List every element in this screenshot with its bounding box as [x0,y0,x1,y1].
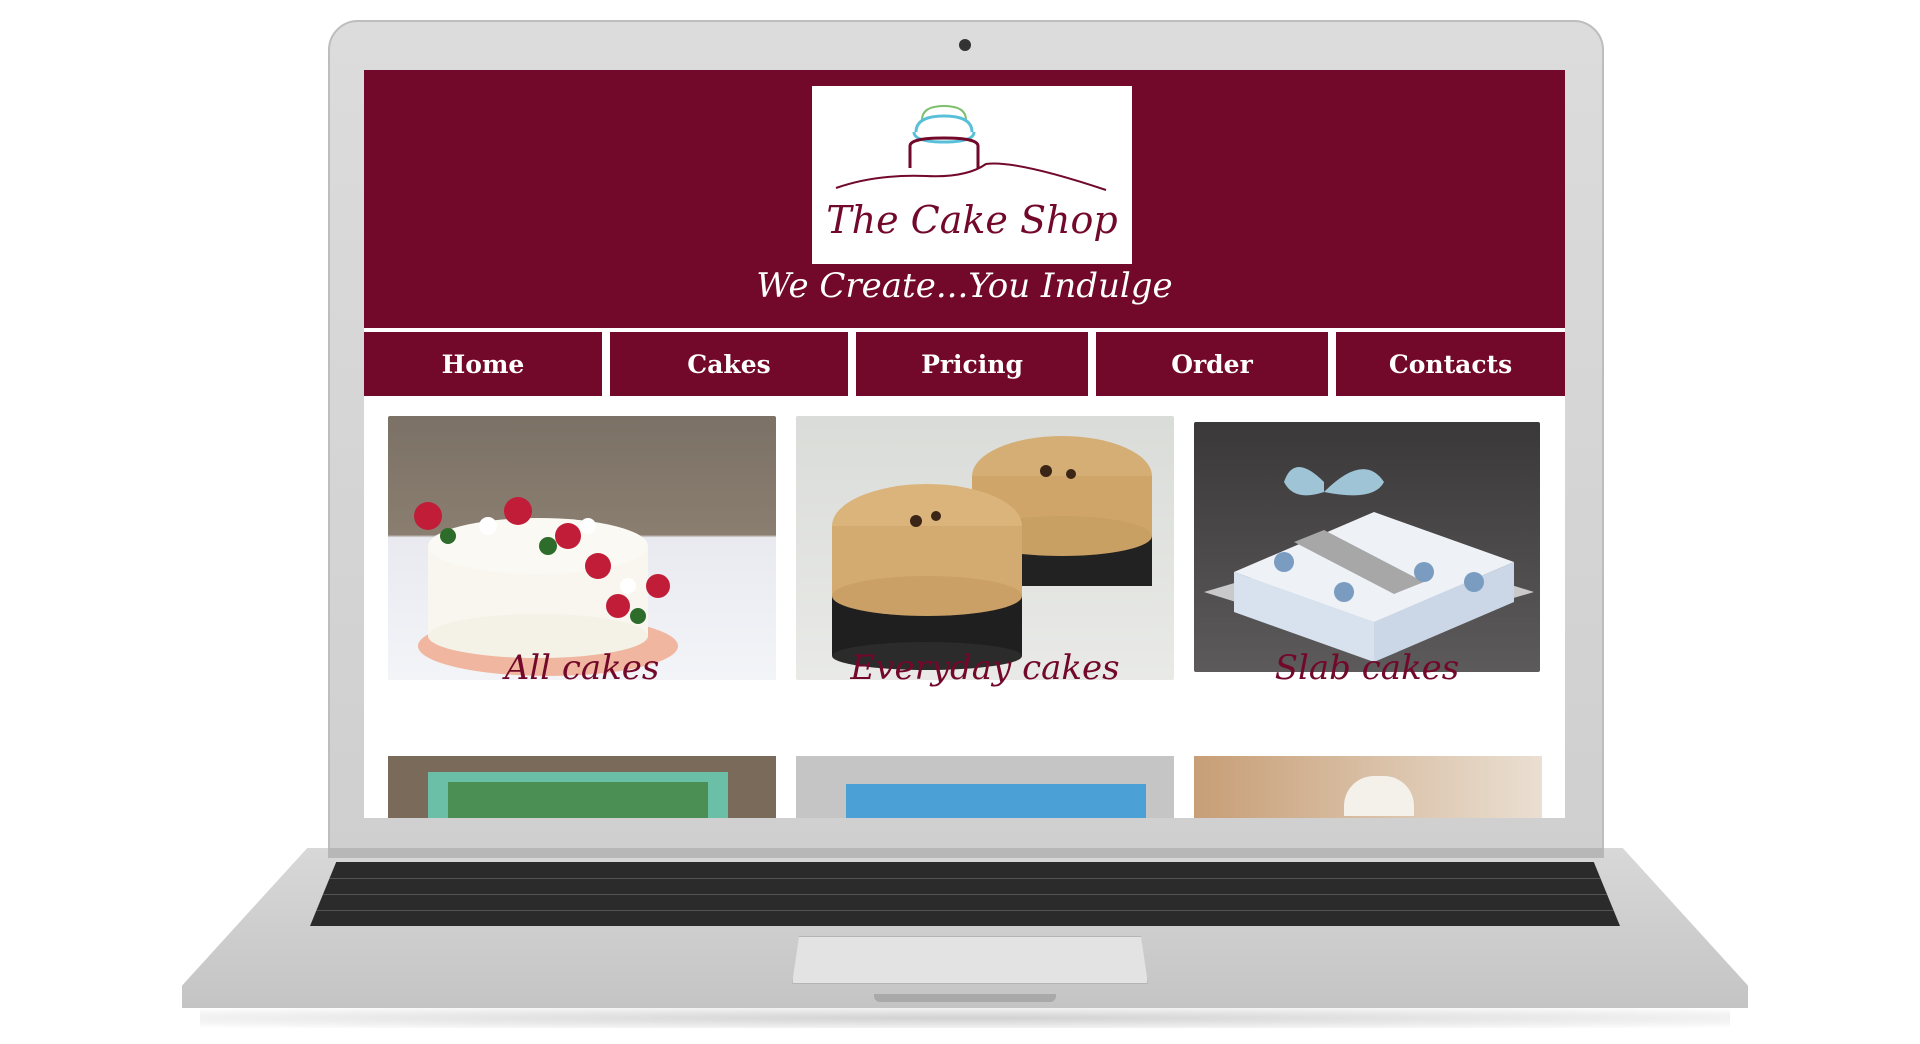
mocha-cakes-image[interactable] [796,416,1174,680]
site-logo[interactable]: The Cake Shop [812,86,1132,264]
nav-item-cakes[interactable]: Cakes [610,332,848,396]
card-caption-everyday-cakes[interactable]: Everyday cakes [796,648,1174,688]
cake-logo-icon [835,104,1107,191]
card-caption-all-cakes[interactable]: All cakes [388,648,776,688]
sheet-cake-green-image[interactable] [388,756,776,818]
laptop-keyboard [310,862,1620,926]
sheet-cake-blue-image[interactable] [796,756,1174,818]
site-header: The Cake Shop We Create...You Indulge [364,70,1565,328]
laptop-trackpad [792,936,1148,984]
webcam-icon [959,39,971,51]
card-caption-slab-cakes[interactable]: Slab cakes [1194,648,1540,688]
cake-with-flowers-image[interactable] [388,416,776,680]
main-nav: Home Cakes Pricing Order Contacts [364,330,1565,396]
dessert-cups-image[interactable] [1194,756,1542,818]
cake-gallery: All cakes Everyday cakes Slab cakes [364,396,1565,818]
laptop-front-lip [874,994,1056,1002]
nav-item-pricing[interactable]: Pricing [856,332,1088,396]
laptop-shadow [200,1008,1730,1028]
nav-item-contacts[interactable]: Contacts [1336,332,1565,396]
laptop-mockup: The Cake Shop We Create...You Indulge Ho… [0,0,1920,1044]
laptop-screen: The Cake Shop We Create...You Indulge Ho… [364,70,1565,818]
nav-item-home[interactable]: Home [364,332,602,396]
laptop-hinge [328,848,1604,858]
nav-item-order[interactable]: Order [1096,332,1328,396]
gift-box-cake-image[interactable] [1194,422,1540,672]
logo-text: The Cake Shop [826,198,1118,242]
site-tagline: We Create...You Indulge [756,266,1173,306]
